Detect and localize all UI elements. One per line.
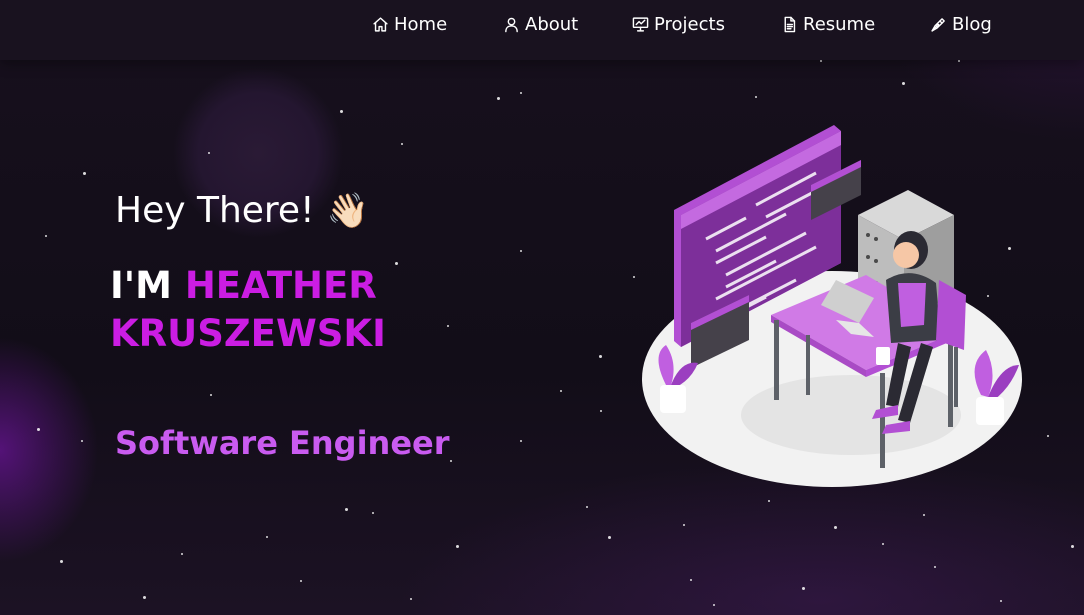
star: [83, 172, 86, 175]
star: [60, 560, 63, 563]
star: [599, 355, 602, 358]
star: [208, 152, 210, 154]
nav-label-resume: Resume: [803, 13, 876, 35]
star: [81, 440, 83, 442]
star: [401, 143, 403, 145]
star: [755, 96, 757, 98]
star: [902, 82, 905, 85]
star: [345, 508, 348, 511]
intro-prefix: I'M: [110, 264, 172, 307]
star: [1047, 435, 1049, 437]
hero-name-heading: I'M HEATHER KRUSZEWSKI: [110, 262, 386, 358]
nav-item-home[interactable]: Home: [372, 11, 447, 37]
star: [520, 92, 522, 94]
star: [181, 553, 183, 555]
first-name: HEATHER: [184, 264, 377, 307]
star: [600, 410, 602, 412]
nav-label-home: Home: [394, 13, 448, 35]
presentation-icon: [632, 16, 649, 32]
star: [497, 97, 500, 100]
star: [633, 276, 635, 278]
star: [456, 545, 459, 548]
star: [210, 394, 212, 396]
nav-item-about[interactable]: About: [503, 11, 578, 37]
star: [266, 536, 268, 538]
last-name: KRUSZEWSKI: [110, 312, 386, 355]
star: [802, 587, 805, 590]
star: [37, 428, 40, 431]
greeting-text: Hey There!: [115, 190, 315, 231]
star: [834, 526, 837, 529]
star: [450, 460, 452, 462]
star: [300, 580, 302, 582]
hero-greeting: Hey There! 👋🏻: [115, 190, 369, 231]
nav-label-blog: Blog: [952, 13, 992, 35]
star: [690, 579, 692, 581]
star: [1071, 545, 1074, 548]
nav-item-blog[interactable]: Blog: [930, 11, 992, 37]
nav-item-projects[interactable]: Projects: [632, 11, 725, 37]
waving-hand-icon: 👋🏻: [326, 190, 369, 231]
star: [395, 262, 398, 265]
star: [340, 110, 343, 113]
star: [608, 536, 611, 539]
navbar: Home About Projects Resume Blog: [0, 0, 1084, 60]
star: [143, 596, 146, 599]
star: [958, 60, 960, 62]
developer-illustration: [642, 125, 1022, 487]
pen-icon: [931, 17, 945, 32]
star: [1000, 600, 1002, 602]
nav-label-projects: Projects: [654, 13, 725, 35]
star: [410, 598, 412, 600]
star: [520, 250, 522, 252]
star: [923, 514, 925, 516]
star: [934, 566, 936, 568]
star: [586, 506, 588, 508]
star: [45, 235, 47, 237]
star: [372, 512, 374, 514]
star: [447, 325, 449, 327]
star: [768, 500, 770, 502]
star: [820, 60, 822, 62]
star: [560, 390, 562, 392]
star: [713, 604, 715, 606]
hero-role: Software Engineer: [115, 424, 450, 462]
nav-item-resume[interactable]: Resume: [781, 11, 875, 37]
star: [520, 440, 522, 442]
nav-label-about: About: [525, 13, 579, 35]
home-icon: [373, 16, 388, 32]
document-icon: [784, 16, 796, 32]
star: [882, 543, 884, 545]
star: [683, 524, 685, 526]
user-icon: [505, 17, 518, 32]
